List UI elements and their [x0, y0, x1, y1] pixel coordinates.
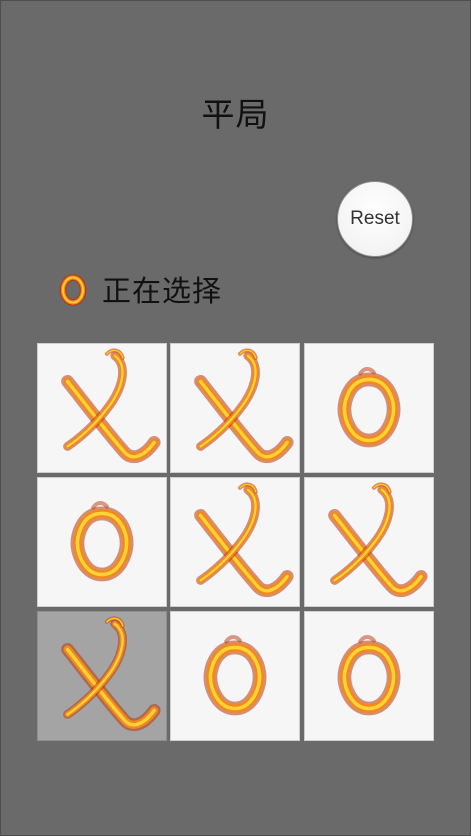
- o-mark-icon: [203, 635, 267, 716]
- game-result-title: 平局: [201, 95, 270, 134]
- turn-status-text: 正在选择: [102, 274, 223, 308]
- game-board: [37, 343, 435, 743]
- board-cell-x[interactable]: [37, 611, 167, 741]
- board-cell-x[interactable]: [170, 477, 300, 607]
- reset-button[interactable]: Reset: [337, 181, 413, 257]
- board-cell-x[interactable]: [170, 343, 300, 473]
- board-cell-o[interactable]: [37, 477, 167, 607]
- x-mark-icon: [61, 348, 161, 464]
- x-mark-icon: [194, 482, 294, 598]
- board-cell-o[interactable]: [304, 611, 434, 741]
- x-mark-icon: [328, 482, 428, 598]
- board-cell-o[interactable]: [170, 611, 300, 741]
- turn-indicator: 正在选择: [58, 268, 222, 310]
- o-mark-icon: [337, 635, 401, 716]
- x-mark-icon: [194, 348, 294, 464]
- x-mark-icon: [61, 616, 161, 732]
- board-cell-x[interactable]: [37, 343, 167, 473]
- o-mark-icon: [337, 367, 401, 448]
- current-player-o-icon: [59, 274, 87, 306]
- o-mark-icon: [70, 501, 134, 582]
- board-cell-x[interactable]: [304, 477, 434, 607]
- board-cell-o[interactable]: [304, 343, 434, 473]
